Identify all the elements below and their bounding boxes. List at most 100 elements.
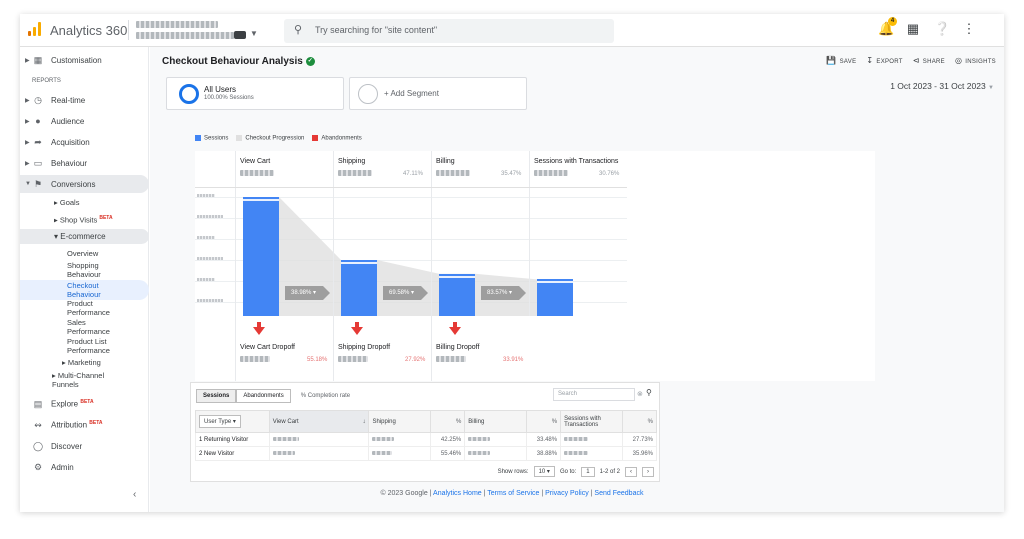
sidebar-item-shop-visits[interactable]: ▸ Shop Visits BETA	[54, 214, 113, 225]
terms-link[interactable]: Terms of Service	[487, 490, 539, 497]
customisation-icon: ▦	[33, 54, 43, 65]
redacted-stage-count	[436, 170, 470, 176]
billing-pct-cell: 33.48%	[526, 432, 562, 447]
redacted-value	[272, 450, 295, 455]
sidebar-item-overview[interactable]: Overview	[67, 249, 98, 258]
top-bar: Analytics 360 ▼ ⚲ Try searching for "sit…	[20, 14, 1004, 47]
sidebar-item-attribution[interactable]: ↭ Attribution BETA	[20, 416, 149, 434]
date-range-picker[interactable]: 1 Oct 2023 - 31 Oct 2023 ▼	[890, 81, 994, 91]
page-title-text: Checkout Behaviour Analysis	[162, 56, 303, 67]
bar-top-line	[439, 275, 475, 278]
sidebar-item-discover[interactable]: ◯ Discover	[20, 437, 149, 455]
sidebar-item-multi-channel[interactable]: ▸ Multi-Channel Funnels	[52, 371, 122, 389]
sidebar-item-sales-performance[interactable]: Sales Performance	[67, 318, 127, 336]
sessions-bar[interactable]	[341, 259, 377, 316]
save-button[interactable]: 💾 SAVE	[826, 56, 856, 65]
go-to-page-input[interactable]: 1	[581, 466, 595, 477]
tab-sessions[interactable]: Sessions	[196, 389, 237, 403]
feedback-link[interactable]: Send Feedback	[594, 490, 643, 497]
search-bar[interactable]: ⚲ Try searching for "site content"	[284, 19, 614, 43]
share-button[interactable]: ⊲ SHARE	[913, 56, 945, 65]
sidebar-label-text: Attribution	[51, 420, 88, 430]
insights-button[interactable]: ◎ INSIGHTS	[955, 56, 996, 65]
redacted-value	[468, 436, 491, 441]
search-icon[interactable]: ⚲	[646, 388, 652, 397]
redacted-value	[272, 436, 299, 441]
next-page-button[interactable]: ›	[642, 466, 654, 477]
beta-badge: BETA	[89, 420, 103, 427]
insights-icon: ◎	[954, 56, 963, 65]
analytics-home-link[interactable]: Analytics Home	[433, 490, 482, 497]
legend-label: Checkout Progression	[245, 135, 305, 142]
sessions-bar[interactable]	[537, 279, 573, 316]
chevron-right-icon: ▶	[25, 139, 30, 146]
sidebar-item-customisation[interactable]: ▶ ▦ Customisation	[20, 51, 149, 69]
sessions-bar[interactable]	[243, 197, 279, 316]
sidebar-item-product-performance[interactable]: Product Performance	[67, 299, 127, 317]
rows-per-page-select[interactable]: 10 ▾	[533, 466, 555, 477]
dropdown-label: User Type	[204, 419, 232, 425]
redacted-dropoff-count	[240, 356, 270, 362]
transactions-pct-header[interactable]: %	[621, 410, 658, 433]
flag-icon: ⚑	[33, 178, 43, 189]
redacted-value	[564, 450, 589, 455]
apps-grid-icon[interactable]: ▦	[906, 20, 920, 38]
more-vert-icon[interactable]: ⋮	[962, 20, 976, 38]
account-selector[interactable]: ▼	[136, 20, 258, 42]
person-icon: ●	[35, 116, 41, 126]
notifications-bell-icon[interactable]: 🔔 4	[878, 17, 897, 38]
redacted-stage-count	[240, 170, 274, 176]
app-title: Analytics 360	[50, 23, 128, 38]
privacy-link[interactable]: Privacy Policy	[545, 490, 589, 497]
divider	[128, 20, 129, 40]
segment-all-users[interactable]: All Users 100.00% Sessions	[166, 77, 344, 110]
export-button[interactable]: ↧ EXPORT	[866, 56, 902, 65]
sessions-bar[interactable]	[439, 273, 475, 316]
shipping-pct-header[interactable]: %	[430, 410, 466, 433]
sidebar-item-checkout-behaviour[interactable]: Checkout Behaviour	[20, 280, 149, 300]
redacted-cell	[560, 432, 623, 447]
help-icon[interactable]: ❔	[934, 20, 950, 38]
view-cart-header[interactable]: View Cart ↓	[268, 410, 370, 433]
property-tag	[234, 31, 246, 39]
stage-percentage: 47.11%	[403, 171, 423, 177]
attribution-icon: ↭	[34, 419, 42, 430]
row-label[interactable]: 2 New Visitor	[195, 446, 270, 461]
sidebar-item-marketing[interactable]: ▸ Marketing	[62, 358, 101, 367]
tab-abandonments[interactable]: Abandonments	[236, 389, 291, 403]
sidebar-item-conversions[interactable]: ▼ ⚑ Conversions	[20, 175, 149, 193]
header-divider	[195, 187, 627, 188]
sidebar-item-acquisition[interactable]: ▶ ➦ Acquisition	[20, 133, 149, 151]
add-segment-button[interactable]: + Add Segment	[349, 77, 527, 110]
tab-completion-rate[interactable]: % Completion rate	[301, 389, 350, 403]
user-type-header[interactable]: User Type ▾	[195, 410, 270, 433]
sidebar-item-shopping-behaviour[interactable]: Shopping Behaviour	[67, 261, 122, 279]
sidebar-item-product-list-performance[interactable]: Product List Performance	[67, 337, 127, 355]
sidebar-item-admin[interactable]: ⚙ Admin	[20, 458, 149, 476]
prev-page-button[interactable]: ‹	[625, 466, 637, 477]
sidebar-item-realtime[interactable]: ▶ ◷ Real-time	[20, 91, 149, 109]
sidebar-item-goals[interactable]: ▸ Goals	[54, 198, 79, 207]
segment-sessions: 100.00% Sessions	[204, 95, 254, 101]
conversion-rate-tag[interactable]: 69.58% ▾	[383, 286, 428, 300]
conversion-rate-tag[interactable]: 38.98% ▾	[285, 286, 330, 300]
row-label[interactable]: 1 Returning Visitor	[195, 432, 270, 447]
shipping-header[interactable]: Shipping	[368, 410, 432, 433]
billing-header[interactable]: Billing	[464, 410, 528, 433]
sidebar-label: ▾ E-commerce	[54, 232, 106, 241]
beta-badge: BETA	[80, 399, 94, 406]
conversion-rate-tag[interactable]: 83.57% ▾	[481, 286, 526, 300]
sidebar-item-audience[interactable]: ▶ ● Audience	[20, 112, 149, 130]
sidebar-item-ecommerce[interactable]: ▾ E-commerce	[20, 229, 149, 244]
legend-swatch	[312, 135, 319, 141]
billing-pct-header[interactable]: %	[526, 410, 562, 433]
user-type-dropdown[interactable]: User Type ▾	[199, 415, 241, 428]
gear-icon: ⚙	[33, 461, 43, 472]
sidebar-item-explore[interactable]: ▤ Explore BETA	[20, 395, 149, 413]
redacted-dropoff-count	[436, 356, 466, 362]
table-search-input[interactable]: Search	[553, 388, 635, 401]
clear-search-icon[interactable]: ⊗	[637, 390, 643, 398]
transactions-header[interactable]: Sessions with Transactions	[560, 410, 623, 433]
sidebar-item-behaviour[interactable]: ▶ ▭ Behaviour	[20, 154, 149, 172]
sort-down-icon: ↓	[362, 418, 366, 425]
